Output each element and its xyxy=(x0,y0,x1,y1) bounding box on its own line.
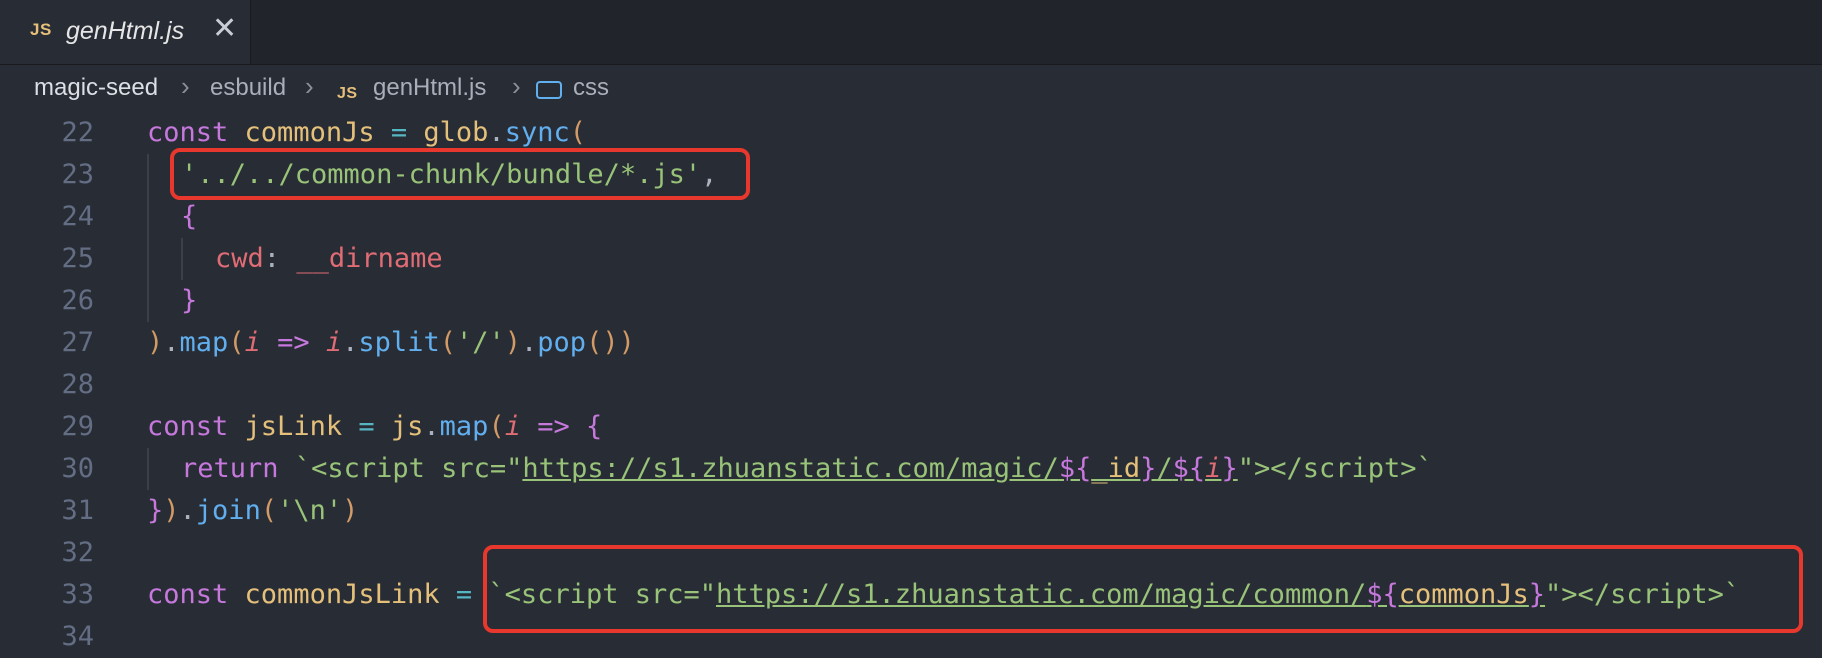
chevron-right-icon: › xyxy=(305,71,314,101)
chevron-right-icon: › xyxy=(512,71,521,101)
code-line-25: cwd: __dirname xyxy=(215,243,443,274)
line-number: 22 xyxy=(61,117,94,148)
code-line-26: } xyxy=(181,285,198,316)
javascript-file-icon: JS xyxy=(30,20,52,39)
line-number: 28 xyxy=(61,369,94,400)
line-number: 30 xyxy=(61,453,94,484)
javascript-file-icon: JS xyxy=(337,85,358,102)
line-number: 32 xyxy=(61,537,94,568)
code-line-27: ).map(i => i.split('/').pop()) xyxy=(147,327,635,358)
line-number: 33 xyxy=(61,579,94,610)
indent-guide xyxy=(147,154,149,322)
indent-guide xyxy=(147,448,149,490)
code-editor[interactable]: 22 23 24 25 26 27 28 29 30 31 32 33 34 c… xyxy=(0,112,1822,652)
close-icon[interactable]: ✕ xyxy=(212,14,237,44)
symbol-variable-icon xyxy=(536,81,562,99)
indent-guide xyxy=(181,238,183,280)
breadcrumb-item-css[interactable]: css xyxy=(573,74,609,102)
code-line-29: const jsLink = js.map(i => { xyxy=(147,411,603,442)
line-number: 27 xyxy=(61,327,94,358)
breadcrumb-item-esbuild[interactable]: esbuild xyxy=(210,74,286,102)
breadcrumb: magic-seed › esbuild › JS genHtml.js › c… xyxy=(0,65,1822,113)
code-line-31: }).join('\n') xyxy=(147,495,359,526)
line-number: 34 xyxy=(61,621,94,652)
code-line-24: { xyxy=(181,201,198,232)
breadcrumb-item-magic-seed[interactable]: magic-seed xyxy=(34,74,158,102)
line-number: 29 xyxy=(61,411,94,442)
line-number: 25 xyxy=(61,243,94,274)
line-number: 23 xyxy=(61,159,94,190)
tab-genhtml-js[interactable]: JS genHtml.js ✕ xyxy=(0,0,251,64)
breadcrumb-item-genhtml-js[interactable]: genHtml.js xyxy=(373,74,486,102)
line-number: 24 xyxy=(61,201,94,232)
highlight-box-glob-pattern xyxy=(170,148,750,200)
code-line-30: return `<script src="https://s1.zhuansta… xyxy=(181,453,1433,484)
line-number: 31 xyxy=(61,495,94,526)
chevron-right-icon: › xyxy=(181,71,190,101)
highlight-box-common-js-link xyxy=(483,545,1803,633)
tab-title: genHtml.js xyxy=(66,17,185,45)
line-number: 26 xyxy=(61,285,94,316)
editor-tab-bar: JS genHtml.js ✕ xyxy=(0,0,1822,65)
